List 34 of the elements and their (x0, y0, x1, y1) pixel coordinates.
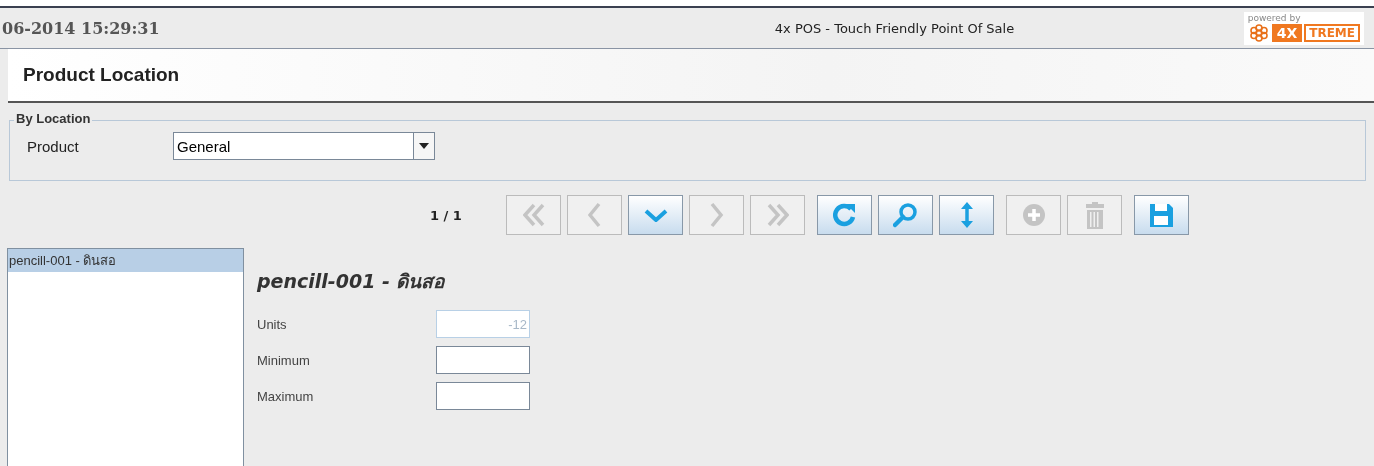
double-chevron-right-icon (766, 203, 789, 227)
logo-mark: 4X (1271, 23, 1303, 42)
caret-icon (418, 142, 430, 150)
input-field[interactable] (436, 382, 530, 410)
field-label: Maximum (257, 388, 315, 404)
search-icon (893, 202, 918, 228)
refresh-icon (832, 202, 857, 228)
trash-icon (1084, 200, 1105, 230)
logo-word: TREME (1304, 23, 1360, 42)
flower-icon (1247, 23, 1270, 42)
product-dropdown[interactable]: General (173, 132, 435, 160)
double-chevron-left-icon (522, 203, 545, 227)
toolbar-button[interactable] (1134, 195, 1189, 235)
toolbar-button[interactable] (628, 195, 683, 235)
page-title: Product Location (23, 64, 180, 86)
window-title: 4x POS - Touch Friendly Point Of Sale (773, 20, 1016, 36)
chevron-down-icon (643, 208, 668, 222)
vertical-arrows-icon (959, 201, 974, 229)
toolbar-button[interactable] (878, 195, 933, 235)
input-field[interactable] (436, 346, 530, 374)
field-label: Units (257, 316, 288, 332)
field-label: Product (27, 137, 80, 155)
record-counter: 1 / 1 (430, 207, 463, 223)
chevron-right-icon (709, 202, 724, 228)
plus-circle-icon (1021, 203, 1046, 227)
list-item[interactable]: pencill-001 - ดินสอ (8, 249, 243, 272)
product-title: pencill-001 - ดินสอ (257, 269, 446, 294)
date-time: 06-2014 15:29:31 (2, 18, 161, 38)
field-label: Minimum (257, 352, 311, 368)
chevron-left-icon (587, 202, 602, 228)
logo-caption: powered by (1247, 12, 1302, 24)
toolbar-button[interactable] (939, 195, 994, 235)
panel-legend: By Location (14, 111, 93, 126)
toolbar-button[interactable] (817, 195, 872, 235)
